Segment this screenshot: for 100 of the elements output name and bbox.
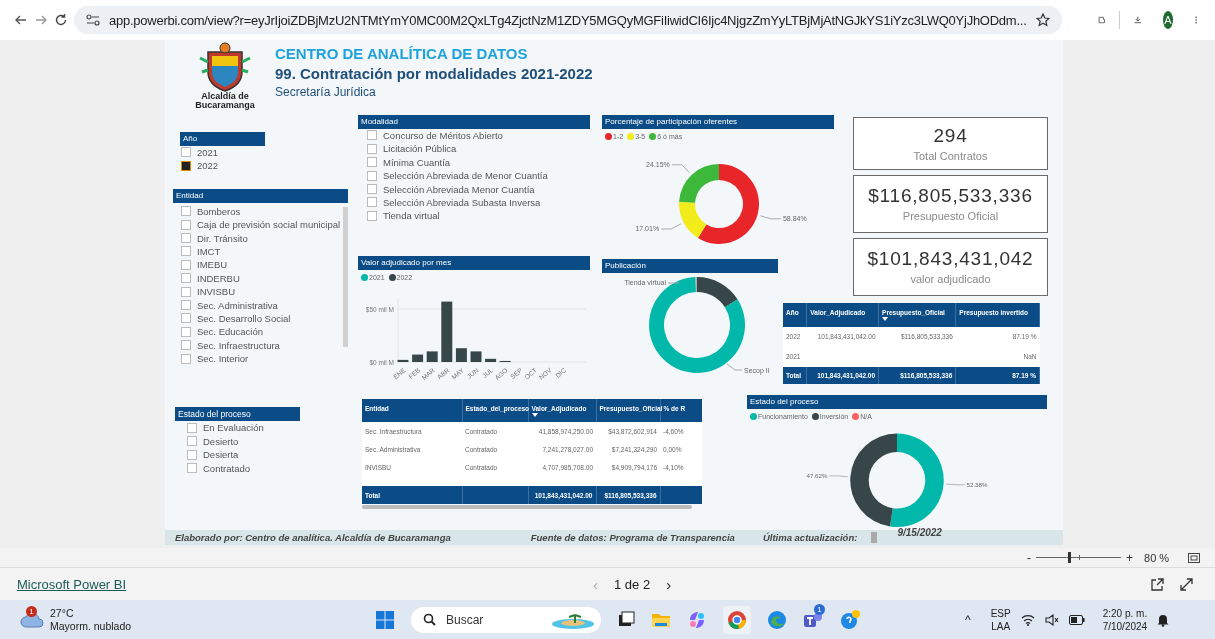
slicer-item[interactable]: INVISBU bbox=[180, 284, 344, 299]
slicer-item[interactable]: Mínima Cuantía bbox=[358, 155, 590, 169]
checkbox[interactable] bbox=[367, 143, 377, 154]
checkbox[interactable] bbox=[181, 286, 191, 297]
fit-to-page-icon[interactable] bbox=[1188, 552, 1201, 563]
donut-slice[interactable] bbox=[679, 201, 707, 238]
windows-icon[interactable] bbox=[375, 609, 395, 630]
slicer-item[interactable]: Concurso de Méritos Abierto bbox=[358, 128, 590, 143]
browser-icon[interactable] bbox=[727, 609, 747, 630]
donut-slice[interactable] bbox=[649, 276, 745, 373]
reload-icon[interactable] bbox=[54, 13, 68, 27]
slicer-item[interactable]: 2022 bbox=[180, 159, 348, 173]
checkbox[interactable] bbox=[181, 300, 191, 310]
checkbox[interactable] bbox=[367, 170, 377, 181]
slicer-item[interactable]: IMCT bbox=[180, 244, 344, 259]
footer-text: Fuente de datos: Programa de Transparencia bbox=[530, 532, 735, 543]
scrollbar[interactable] bbox=[362, 505, 692, 510]
checkbox[interactable] bbox=[181, 340, 191, 351]
slicer-item[interactable]: INDERBU bbox=[180, 271, 344, 285]
slider-thumb[interactable] bbox=[1068, 552, 1072, 563]
slicer-item[interactable]: Selección Abreviada Subasta Inversa bbox=[358, 195, 590, 210]
address-bar[interactable]: app.powerbi.com/view?r=eyJrIjoiZDBjMzU2NTMtYmY0MC00M2QxLTg4ZjctNzM1ZDY5MGQyMGFiIiwidCI6Ijc4NjgzZmYyLTBjMjAtNGJkYS1iYzc3LWQ0YjJhODdm... bbox=[74, 6, 1062, 34]
slicer-item[interactable]: Desierto bbox=[175, 434, 350, 449]
slicer-header: Entidad bbox=[173, 188, 348, 203]
checkbox[interactable] bbox=[181, 219, 191, 230]
slicer-item[interactable]: Sec. Educación bbox=[180, 325, 344, 339]
checkbox[interactable] bbox=[181, 259, 191, 270]
speaker-muted-icon[interactable] bbox=[1044, 613, 1059, 626]
zoom-in-button[interactable]: + bbox=[1126, 550, 1133, 565]
site-settings-icon[interactable] bbox=[86, 14, 100, 26]
slicer-item[interactable]: Dir. Tránsito bbox=[180, 231, 344, 245]
help-icon[interactable] bbox=[839, 609, 861, 630]
search-field[interactable]: Buscar bbox=[411, 606, 601, 633]
zoom-out-button[interactable]: - bbox=[1027, 550, 1031, 565]
clock[interactable]: 2:20 p. m. 7/10/2024 bbox=[1102, 606, 1148, 633]
bar[interactable] bbox=[426, 350, 438, 362]
donut-slice[interactable] bbox=[697, 276, 738, 308]
task-view-icon[interactable] bbox=[617, 610, 635, 629]
slicer-item[interactable]: IMEBU bbox=[180, 258, 344, 272]
checkbox[interactable] bbox=[187, 436, 197, 447]
checkbox[interactable] bbox=[181, 313, 191, 324]
next-page-button[interactable]: › bbox=[666, 575, 672, 593]
checkbox[interactable] bbox=[181, 353, 191, 364]
checkbox[interactable] bbox=[367, 157, 377, 168]
slicer-item[interactable]: Sec. Interior bbox=[180, 351, 344, 366]
forward-icon[interactable] bbox=[34, 13, 48, 27]
bell-icon[interactable] bbox=[1157, 612, 1170, 627]
language-indicator[interactable]: ESP LAA bbox=[990, 606, 1011, 633]
checkbox[interactable] bbox=[181, 233, 191, 244]
slicer-item[interactable]: Sec. Administrativa bbox=[180, 298, 344, 312]
slicer-item[interactable]: 2021 bbox=[180, 145, 348, 160]
notification-badge: 1 bbox=[26, 605, 37, 617]
profile-avatar[interactable]: A bbox=[1163, 11, 1173, 29]
checkbox[interactable] bbox=[367, 197, 377, 208]
donut-slice[interactable] bbox=[850, 433, 897, 527]
leader-line bbox=[667, 282, 680, 284]
donut-slice[interactable] bbox=[890, 433, 944, 528]
zoom-slider[interactable] bbox=[1036, 552, 1121, 563]
checkbox[interactable] bbox=[187, 422, 197, 433]
checkbox[interactable] bbox=[181, 206, 191, 217]
bar[interactable] bbox=[441, 301, 453, 362]
back-icon[interactable] bbox=[14, 13, 28, 27]
star-icon[interactable] bbox=[1035, 13, 1050, 27]
bar[interactable] bbox=[470, 350, 482, 362]
slicer-item[interactable]: Tienda virtual bbox=[358, 209, 590, 223]
bar[interactable] bbox=[412, 354, 424, 362]
show-hidden-icons-button[interactable]: ^ bbox=[965, 612, 971, 627]
slicer-item[interactable]: En Evaluación bbox=[175, 421, 350, 435]
slicer-item[interactable]: Selección Abreviada de Menor Cuantía bbox=[358, 168, 590, 183]
bar[interactable] bbox=[455, 347, 467, 362]
checkbox[interactable] bbox=[181, 147, 191, 158]
expand-icon[interactable] bbox=[1180, 577, 1193, 591]
checkbox[interactable] bbox=[367, 210, 377, 221]
share-icon[interactable] bbox=[1151, 577, 1164, 591]
checkbox[interactable] bbox=[181, 326, 191, 337]
checkbox[interactable] bbox=[181, 160, 191, 171]
bar[interactable] bbox=[485, 358, 497, 362]
checkbox[interactable] bbox=[187, 463, 197, 474]
slicer-item[interactable]: Sec. Desarrollo Social bbox=[180, 311, 344, 326]
battery-icon[interactable] bbox=[1068, 614, 1085, 625]
slicer-item[interactable]: Selección Abreviada Menor Cuantía bbox=[358, 182, 590, 196]
checkbox[interactable] bbox=[181, 273, 191, 284]
checkbox[interactable] bbox=[187, 449, 197, 460]
scrollbar[interactable] bbox=[343, 206, 348, 347]
slicer-item[interactable]: Sec. Infraestructura bbox=[180, 338, 344, 352]
sort-icon[interactable] bbox=[531, 413, 538, 418]
checkbox[interactable] bbox=[181, 246, 191, 257]
page-indicator: 1 de 2 bbox=[614, 576, 651, 592]
bar[interactable] bbox=[397, 359, 409, 362]
slicer-item[interactable]: Desierta bbox=[175, 448, 350, 462]
slicer-item[interactable]: Contratado bbox=[175, 461, 350, 476]
power-bi-link[interactable]: Microsoft Power BI bbox=[17, 576, 577, 592]
donut-slice[interactable] bbox=[697, 163, 759, 244]
checkbox[interactable] bbox=[367, 184, 377, 195]
checkbox[interactable] bbox=[367, 130, 377, 141]
wifi-icon[interactable] bbox=[1020, 613, 1035, 626]
slicer-item[interactable]: Bomberos bbox=[180, 204, 344, 218]
slicer-item[interactable]: Caja de previsión social municipal bbox=[180, 217, 344, 232]
sort-icon[interactable] bbox=[882, 316, 889, 321]
slicer-item[interactable]: Licitación Pública bbox=[358, 142, 590, 156]
